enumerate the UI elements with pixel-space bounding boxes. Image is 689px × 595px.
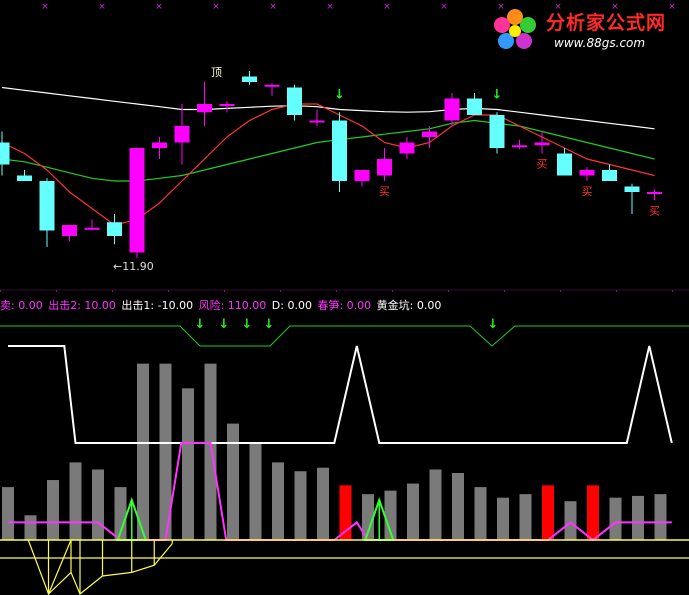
indicator-label: 风险: 110.00 [198, 299, 267, 312]
oscillator-bar [564, 501, 577, 540]
candle-body [557, 153, 572, 176]
candle-body [354, 170, 370, 181]
grid-marker: × [212, 2, 220, 12]
candle-body [17, 175, 32, 181]
candle-body [242, 76, 257, 82]
candle-body [84, 227, 100, 230]
oscillator-bar [632, 495, 644, 540]
candle-body [174, 126, 190, 143]
oscillator-bar [69, 462, 82, 540]
candle-body [197, 104, 212, 113]
oscillator-bar [429, 469, 442, 540]
indicator-label: 出击2: 10.00 [48, 299, 116, 312]
candle-body [152, 142, 167, 148]
candle-body [309, 120, 325, 123]
candle-body [332, 120, 347, 181]
candle-body [647, 192, 662, 194]
down-arrow-icon: ↓ [488, 317, 499, 332]
grid-marker: × [155, 2, 163, 12]
down-arrow-icon: ↓ [492, 87, 503, 102]
oscillator-bar [137, 363, 149, 540]
indicator-label: 春笋: 0.00 [317, 299, 372, 312]
grid-marker: × [383, 2, 391, 12]
candle-body [287, 87, 302, 115]
candle-body [39, 181, 55, 231]
down-arrow-icon: ↓ [195, 317, 206, 332]
indicator-label: D: 0.00 [271, 299, 312, 312]
candle-body [579, 170, 595, 176]
grid-marker: × [497, 2, 505, 12]
candle-body [107, 222, 122, 236]
buy-label: 买 [582, 185, 593, 198]
grid-marker: × [98, 2, 106, 12]
candle-body [399, 142, 415, 154]
indicator-labels: 卖: 0.00 出击2: 10.00 出击1: -10.00 风险: 110.0… [0, 298, 443, 313]
indicator-label: 黄金坑: 0.00 [376, 299, 442, 312]
oscillator-bar [452, 472, 464, 540]
grid-marker: × [41, 2, 49, 12]
candle-body [0, 142, 10, 165]
oscillator-bar [542, 485, 554, 540]
oscillator-bar [249, 443, 262, 540]
candle-body [219, 104, 235, 106]
oscillator-bar [272, 462, 284, 540]
grid-marker: × [668, 2, 676, 12]
candle-body [444, 98, 460, 121]
buy-label: 买 [649, 204, 660, 217]
oscillator-bar [587, 485, 599, 540]
candle-body [62, 225, 77, 236]
ma-short-line [1, 103, 655, 226]
white-signal-line [8, 345, 673, 444]
grid-marker: × [611, 2, 619, 12]
oscillator-bar [47, 480, 59, 540]
low-label: ←11.90 [113, 260, 154, 273]
candle-body [467, 98, 482, 115]
oscillator-bar [519, 494, 532, 540]
oscillator-bar [317, 467, 329, 540]
candle-body [512, 145, 527, 148]
oscillator-bar [654, 494, 667, 540]
grid-marker: × [269, 2, 277, 12]
candle-body [377, 159, 392, 176]
down-arrow-icon: ↓ [242, 317, 253, 332]
candle-body [489, 115, 505, 148]
candle-body [602, 170, 617, 181]
candle-body [264, 84, 280, 87]
indicator-label: 出击1: -10.00 [121, 299, 194, 312]
yellow-funnel-line [27, 539, 72, 595]
oscillator-bar [294, 471, 307, 540]
down-arrow-icon: ↓ [334, 87, 345, 102]
indicator-label: 卖: 0.00 [0, 299, 43, 312]
candle-body [624, 186, 640, 192]
buy-label: 买 [537, 158, 548, 171]
candle-body [534, 142, 550, 146]
top-label: 顶 [211, 66, 222, 79]
ma-mid-line [1, 86, 655, 130]
oscillator-bar [182, 388, 194, 540]
down-arrow-icon: ↓ [264, 317, 275, 332]
oscillator-bar [227, 423, 239, 540]
candle-body [129, 148, 145, 253]
candle-body [422, 131, 437, 137]
down-arrow-icon: ↓ [219, 317, 230, 332]
oscillator-bar [24, 515, 37, 540]
oscillator-bar [474, 487, 487, 540]
grid-marker: × [440, 2, 448, 12]
oscillator-bar [92, 469, 104, 540]
grid-marker: × [326, 2, 334, 12]
buy-label: 买 [379, 185, 390, 198]
oscillator-bar [407, 483, 419, 540]
signal-line [0, 325, 689, 347]
oscillator-bar [497, 497, 509, 540]
oscillator-bar [609, 497, 622, 540]
ma-long-line [1, 119, 655, 182]
oscillator-bar [2, 487, 14, 540]
oscillator-bar [204, 363, 217, 540]
grid-marker: × [554, 2, 562, 12]
